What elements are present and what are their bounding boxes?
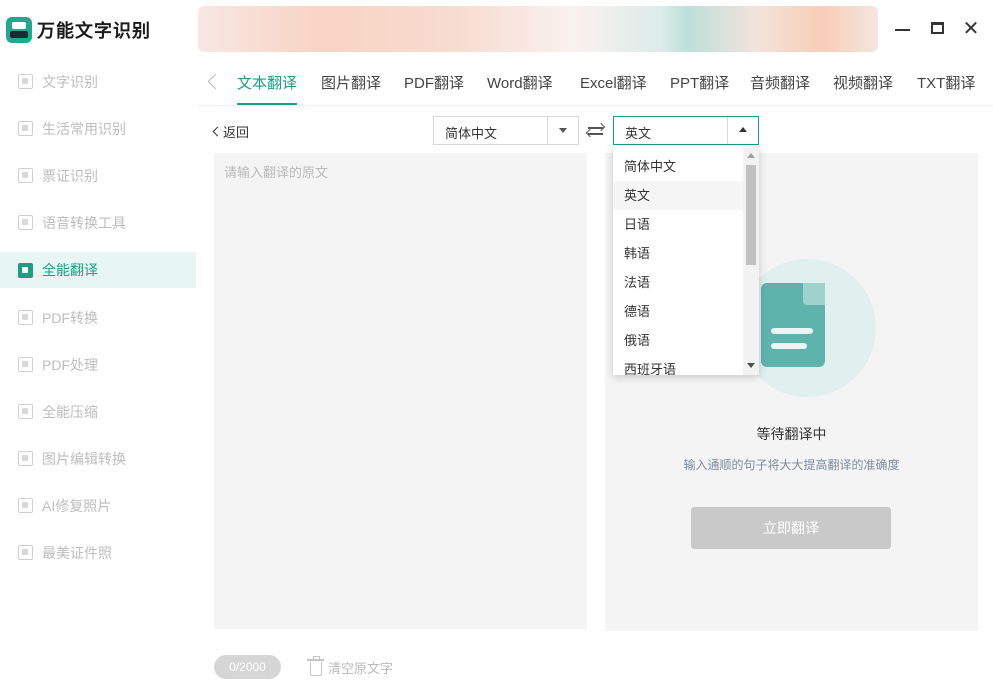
tab-pdf-translation[interactable]: PDF翻译 — [404, 72, 464, 93]
sidebar-nav: 文字识别 生活常用识别 票证识别 语音转换工具 全能翻译 PDF转换 PDF处理… — [0, 58, 196, 576]
target-language-select[interactable]: 英文 — [613, 116, 759, 145]
scan-icon — [18, 121, 33, 136]
sidebar-item-label: AI修复照片 — [42, 497, 112, 514]
ticket-scan-icon — [18, 168, 33, 183]
sidebar-item-pdf-process[interactable]: PDF处理 — [0, 341, 196, 388]
close-icon: ✕ — [962, 17, 980, 40]
sidebar-item-translation[interactable]: 全能翻译 — [0, 252, 196, 288]
caret-up-icon[interactable] — [727, 117, 758, 144]
tab-word-translation[interactable]: Word翻译 — [487, 72, 553, 93]
app-title: 万能文字识别 — [37, 21, 151, 41]
sidebar-item-label: 语音转换工具 — [42, 214, 126, 231]
source-text-input[interactable] — [214, 153, 587, 629]
sidebar-item-label: 全能压缩 — [42, 403, 98, 420]
language-option-german[interactable]: 德语 — [613, 297, 743, 326]
sidebar-item-label: 全能翻译 — [42, 262, 98, 278]
text-scan-icon — [18, 74, 33, 89]
scanner-icon — [6, 17, 32, 43]
trash-icon — [307, 656, 324, 676]
app-header: 万能文字识别 — [0, 0, 196, 60]
image-edit-icon — [18, 451, 33, 466]
language-option-russian[interactable]: 俄语 — [613, 326, 743, 355]
sidebar-item-image-edit[interactable]: 图片编辑转换 — [0, 435, 196, 482]
minimize-icon — [894, 29, 910, 31]
translate-now-button[interactable]: 立即翻译 — [691, 507, 891, 549]
clear-source-button[interactable]: 清空原文字 — [307, 656, 394, 677]
back-label: 返回 — [223, 125, 250, 140]
sidebar-item-label: 票证识别 — [42, 167, 98, 184]
sidebar-item-text-recognition[interactable]: 文字识别 — [0, 58, 196, 105]
scrollbar-thumb[interactable] — [746, 165, 756, 265]
maximize-icon — [930, 22, 944, 34]
tab-audio-translation[interactable]: 音频翻译 — [750, 72, 810, 93]
language-option-japanese[interactable]: 日语 — [613, 210, 743, 239]
sidebar-item-speech-tools[interactable]: 语音转换工具 — [0, 199, 196, 246]
sidebar: 万能文字识别 文字识别 生活常用识别 票证识别 语音转换工具 全能翻译 PDF转… — [0, 0, 196, 694]
ai-photo-icon — [18, 498, 33, 513]
sidebar-item-label: 文字识别 — [42, 73, 98, 90]
language-options-list: 简体中文 英文 日语 韩语 法语 德语 俄语 西班牙语 — [613, 152, 743, 375]
caret-down-icon[interactable] — [547, 117, 578, 144]
maximize-button[interactable] — [927, 18, 947, 38]
sidebar-item-label: 生活常用识别 — [42, 120, 126, 137]
pdf-convert-icon — [18, 310, 33, 325]
sidebar-item-pdf-convert[interactable]: PDF转换 — [0, 294, 196, 341]
sidebar-item-id-photo[interactable]: 最美证件照 — [0, 529, 196, 576]
scroll-down-icon[interactable] — [747, 363, 755, 368]
target-language-dropdown: 简体中文 英文 日语 韩语 法语 德语 俄语 西班牙语 — [613, 146, 759, 375]
tab-txt-translation[interactable]: TXT翻译 — [917, 72, 975, 93]
promo-banner[interactable] — [198, 6, 878, 52]
target-language-value: 英文 — [625, 126, 652, 141]
compress-icon — [18, 404, 33, 419]
language-option-english[interactable]: 英文 — [613, 181, 743, 210]
chevron-left-icon[interactable] — [206, 72, 220, 92]
back-button[interactable]: 返回 — [212, 122, 249, 141]
sidebar-item-daily-recognition[interactable]: 生活常用识别 — [0, 105, 196, 152]
clear-source-label: 清空原文字 — [328, 661, 394, 676]
language-option-korean[interactable]: 韩语 — [613, 239, 743, 268]
language-option-simplified-chinese[interactable]: 简体中文 — [613, 152, 743, 181]
character-count-badge: 0/2000 — [214, 655, 281, 679]
chevron-left-icon — [212, 126, 223, 137]
sidebar-item-label: 最美证件照 — [42, 544, 112, 561]
tab-video-translation[interactable]: 视频翻译 — [833, 72, 893, 93]
sidebar-item-label: PDF处理 — [42, 356, 98, 373]
scroll-up-icon[interactable] — [747, 153, 755, 158]
document-icon — [761, 283, 825, 367]
language-option-spanish[interactable]: 西班牙语 — [613, 355, 743, 375]
tab-text-translation[interactable]: 文本翻译 — [237, 72, 298, 105]
sidebar-item-label: 图片编辑转换 — [42, 450, 126, 467]
tab-image-translation[interactable]: 图片翻译 — [321, 72, 381, 93]
source-language-select[interactable]: 简体中文 — [433, 116, 579, 145]
dropdown-scrollbar[interactable] — [743, 146, 759, 375]
source-text-panel — [214, 153, 587, 629]
id-photo-icon — [18, 545, 33, 560]
pdf-process-icon — [18, 357, 33, 372]
waiting-hint: 输入通顺的句子将大大提高翻译的准确度 — [683, 458, 900, 472]
minimize-button[interactable] — [892, 18, 912, 38]
sidebar-item-ai-photo[interactable]: AI修复照片 — [0, 482, 196, 529]
source-language-value: 简体中文 — [445, 126, 498, 141]
tab-excel-translation[interactable]: Excel翻译 — [580, 72, 647, 93]
translation-tabs: 文本翻译 图片翻译 PDF翻译 Word翻译 Excel翻译 PPT翻译 音频翻… — [198, 62, 993, 106]
tab-ppt-translation[interactable]: PPT翻译 — [670, 72, 729, 93]
close-button[interactable]: ✕ — [961, 17, 981, 40]
sidebar-item-compress[interactable]: 全能压缩 — [0, 388, 196, 435]
sidebar-item-ticket-recognition[interactable]: 票证识别 — [0, 152, 196, 199]
translate-icon — [18, 262, 33, 278]
waiting-title: 等待翻译中 — [756, 426, 827, 442]
sidebar-item-label: PDF转换 — [42, 309, 98, 326]
audio-icon — [18, 215, 33, 230]
swap-languages-icon[interactable] — [586, 122, 606, 140]
language-option-french[interactable]: 法语 — [613, 268, 743, 297]
